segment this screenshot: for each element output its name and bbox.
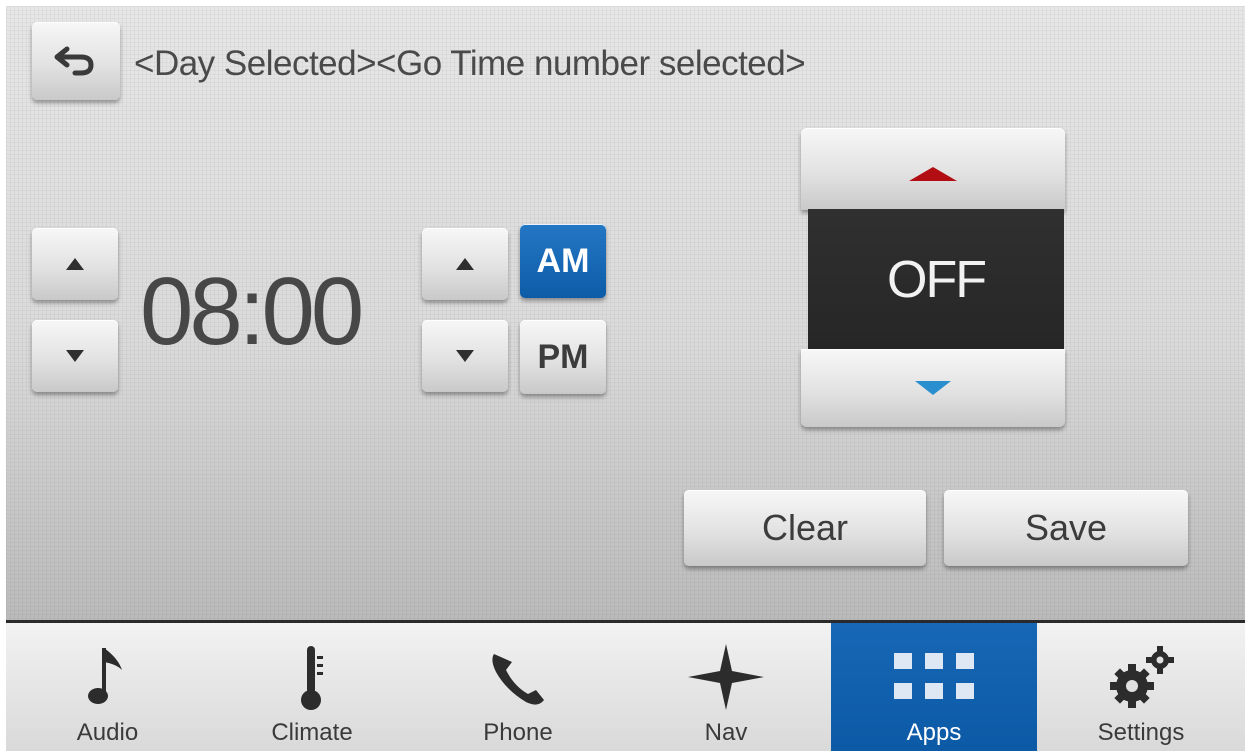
hour-down-button[interactable] [32, 320, 118, 392]
tab-phone[interactable]: Phone [415, 623, 621, 751]
up-arrow-icon [66, 258, 84, 270]
pm-button[interactable]: PM [520, 320, 606, 394]
music-note-icon [87, 639, 128, 715]
phone-icon [486, 639, 550, 715]
tab-nav[interactable]: Nav [621, 623, 831, 751]
tab-label: Settings [1097, 719, 1185, 746]
thermometer-icon [298, 639, 326, 715]
tab-audio[interactable]: Audio [6, 623, 209, 751]
up-arrow-icon [456, 258, 474, 270]
down-arrow-icon [456, 350, 474, 362]
tab-label: Audio [76, 719, 139, 746]
compass-star-icon [686, 639, 766, 715]
tab-label: Climate [271, 719, 353, 746]
time-display: 08:00 [140, 258, 364, 365]
page-title: <Day Selected><Go Time number selected> [134, 44, 806, 83]
tab-settings[interactable]: Settings [1037, 623, 1245, 751]
minute-up-button[interactable] [422, 228, 508, 300]
apps-grid-icon [892, 639, 976, 715]
am-button[interactable]: AM [520, 224, 606, 298]
bottom-tab-bar: Audio Climate Phone Nav Apps Settings [6, 620, 1245, 751]
back-button[interactable] [32, 22, 120, 100]
tab-apps[interactable]: Apps [831, 623, 1037, 751]
up-arrow-icon [909, 167, 957, 181]
minute-down-button[interactable] [422, 320, 508, 392]
tab-label: Apps [906, 719, 962, 746]
tab-climate[interactable]: Climate [209, 623, 415, 751]
mode-value: OFF [808, 209, 1064, 350]
tab-label: Phone [483, 719, 553, 746]
down-arrow-icon [66, 350, 84, 362]
tab-label: Nav [704, 719, 748, 746]
clear-button[interactable]: Clear [684, 490, 926, 566]
screen: <Day Selected><Go Time number selected> … [6, 6, 1245, 751]
down-arrow-icon [915, 381, 951, 395]
gears-icon [1106, 639, 1176, 715]
back-arrow-icon [54, 46, 94, 76]
mode-down-button[interactable] [801, 349, 1065, 427]
hour-up-button[interactable] [32, 228, 118, 300]
mode-up-button[interactable] [801, 128, 1065, 210]
save-button[interactable]: Save [944, 490, 1188, 566]
